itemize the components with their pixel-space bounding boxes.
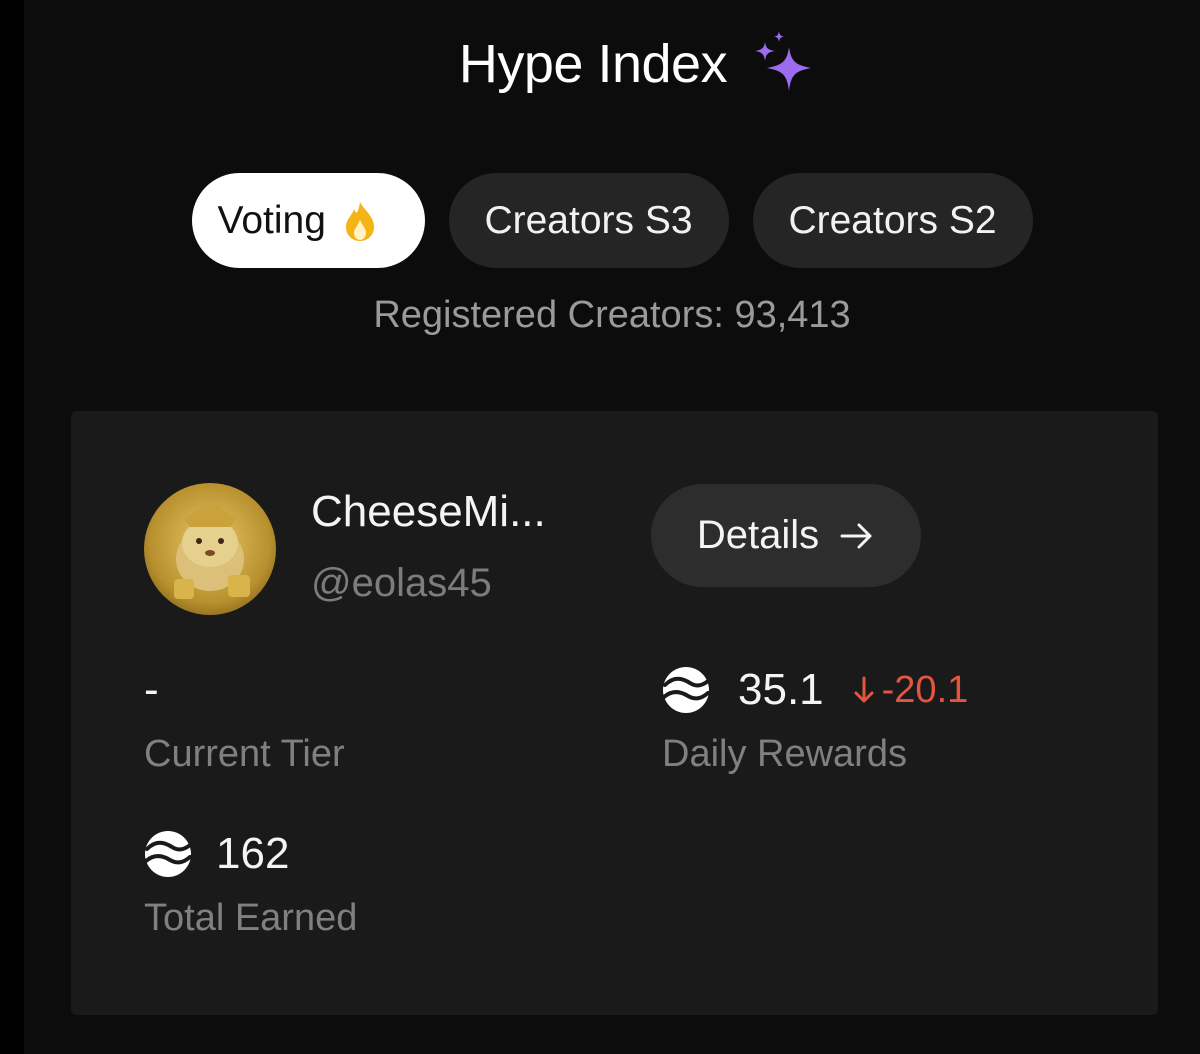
flame-icon	[345, 201, 374, 241]
arrow-right-icon	[840, 523, 872, 548]
details-button[interactable]: Details	[651, 484, 921, 587]
tab-creators-s3[interactable]: Creators S3	[448, 173, 729, 268]
current-tier-text: -	[144, 665, 159, 714]
hype-index-panel: Hype Index Voting Creators S3 Creators S…	[24, 0, 1200, 1054]
daily-rewards-value: 35.1 -20.1	[662, 665, 968, 715]
title-row: Hype Index	[24, 24, 1200, 104]
tab-voting[interactable]: Voting	[191, 173, 425, 268]
page-title: Hype Index	[458, 34, 728, 94]
registered-creators-count: Registered Creators: 93,413	[373, 294, 851, 336]
tab-voting-label: Voting	[217, 198, 326, 242]
total-earned-amount: 162	[216, 829, 290, 878]
arrow-down-icon	[854, 676, 874, 703]
daily-rewards-delta-text: -20.1	[881, 668, 969, 711]
creator-display-name: CheeseMi...	[311, 487, 546, 536]
tab-creators-s3-label: Creators S3	[484, 198, 693, 242]
current-tier-label: Current Tier	[144, 733, 345, 775]
hamster-avatar-icon	[144, 483, 276, 615]
total-earned-value: 162	[144, 829, 289, 879]
tab-creators-s2-label: Creators S2	[788, 198, 997, 242]
tab-bar: Voting Creators S3 Creators S2	[24, 173, 1200, 268]
avatar[interactable]	[144, 483, 276, 615]
daily-rewards-delta: -20.1	[854, 668, 969, 712]
creator-card: CheeseMi... @eolas45 Details - Current T…	[71, 411, 1158, 1015]
daily-rewards-amount: 35.1	[738, 665, 824, 714]
sparkles-icon	[755, 31, 812, 91]
daily-rewards-label: Daily Rewards	[662, 733, 907, 775]
coin-icon	[662, 667, 710, 713]
coin-icon	[144, 831, 192, 877]
page: Hype Index Voting Creators S3 Creators S…	[0, 0, 1200, 1054]
details-button-label: Details	[696, 513, 820, 557]
tab-creators-s2[interactable]: Creators S2	[752, 173, 1033, 268]
total-earned-label: Total Earned	[144, 897, 358, 939]
current-tier-value: -	[144, 665, 159, 715]
creator-handle: @eolas45	[311, 561, 492, 605]
